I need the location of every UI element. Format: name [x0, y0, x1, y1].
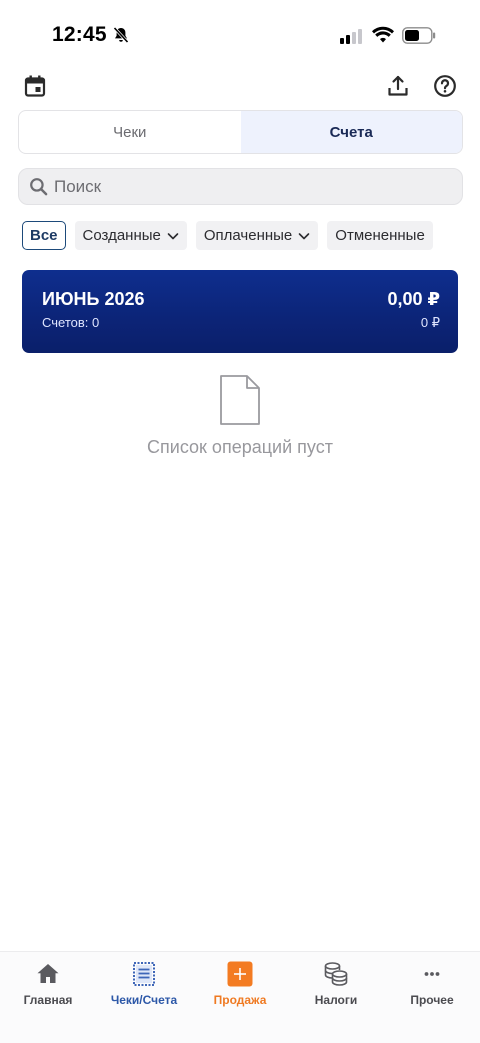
filter-all-label: Все	[30, 227, 58, 244]
nav-sale-label: Продажа	[213, 993, 267, 1007]
more-icon	[424, 972, 440, 976]
segmented-control: Чеки Счета	[18, 110, 463, 154]
month-summary-card[interactable]: ИЮНЬ 2026 Счетов: 0 0,00 ₽ 0 ₽	[22, 270, 458, 353]
home-icon	[37, 964, 59, 983]
month-subtotal: 0 ₽	[420, 315, 440, 330]
nav-taxes[interactable]: Налоги	[288, 952, 384, 1043]
chevron-down-icon	[298, 232, 310, 239]
filter-cancelled-label: Отмененные	[335, 227, 425, 244]
nav-home[interactable]: Главная	[0, 952, 96, 1043]
nav-home-label: Главная	[23, 993, 73, 1007]
receipt-icon	[133, 962, 155, 986]
cellular-signal-icon	[340, 29, 362, 44]
month-total: 0,00 ₽	[387, 289, 440, 309]
empty-state-text: Список операций пуст	[147, 437, 333, 457]
calendar-icon[interactable]	[23, 74, 47, 98]
search-bar[interactable]	[18, 168, 463, 205]
tab-receipts[interactable]: Чеки	[19, 111, 241, 153]
status-bar: 12:45	[0, 0, 480, 70]
nav-receipts-label: Чеки/Счета	[110, 993, 178, 1007]
nav-taxes-label: Налоги	[314, 993, 358, 1007]
plus-icon	[227, 961, 253, 987]
battery-icon	[402, 27, 436, 44]
filter-all[interactable]: Все	[22, 221, 66, 250]
tab-invoices[interactable]: Счета	[240, 111, 462, 153]
status-time: 12:45	[52, 23, 107, 46]
filter-chips: Все Созданные Оплаченные Отмененные	[22, 221, 433, 250]
filter-created[interactable]: Созданные	[74, 221, 187, 250]
coins-icon	[324, 962, 348, 986]
bell-off-icon	[113, 26, 129, 44]
search-input[interactable]	[54, 176, 434, 197]
search-icon	[30, 178, 48, 196]
wifi-icon	[372, 26, 394, 43]
help-icon[interactable]	[433, 74, 457, 98]
month-title: ИЮНЬ 2026	[42, 289, 145, 309]
filter-created-label: Созданные	[82, 227, 161, 244]
nav-more-label: Прочее	[410, 993, 454, 1007]
chevron-down-icon	[167, 232, 179, 239]
nav-receipts[interactable]: Чеки/Счета	[96, 952, 192, 1043]
filter-cancelled[interactable]: Отмененные	[327, 221, 433, 250]
invoice-count: Счетов: 0	[42, 315, 100, 330]
filter-paid[interactable]: Оплаченные	[195, 221, 319, 250]
nav-more[interactable]: Прочее	[384, 952, 480, 1043]
nav-sale[interactable]: Продажа	[192, 952, 288, 1043]
share-icon[interactable]	[386, 74, 410, 98]
filter-paid-label: Оплаченные	[203, 227, 293, 244]
bottom-nav: Главная Чеки/Счета Продажа Налоги Прочее	[0, 951, 480, 1043]
document-icon	[220, 375, 260, 425]
